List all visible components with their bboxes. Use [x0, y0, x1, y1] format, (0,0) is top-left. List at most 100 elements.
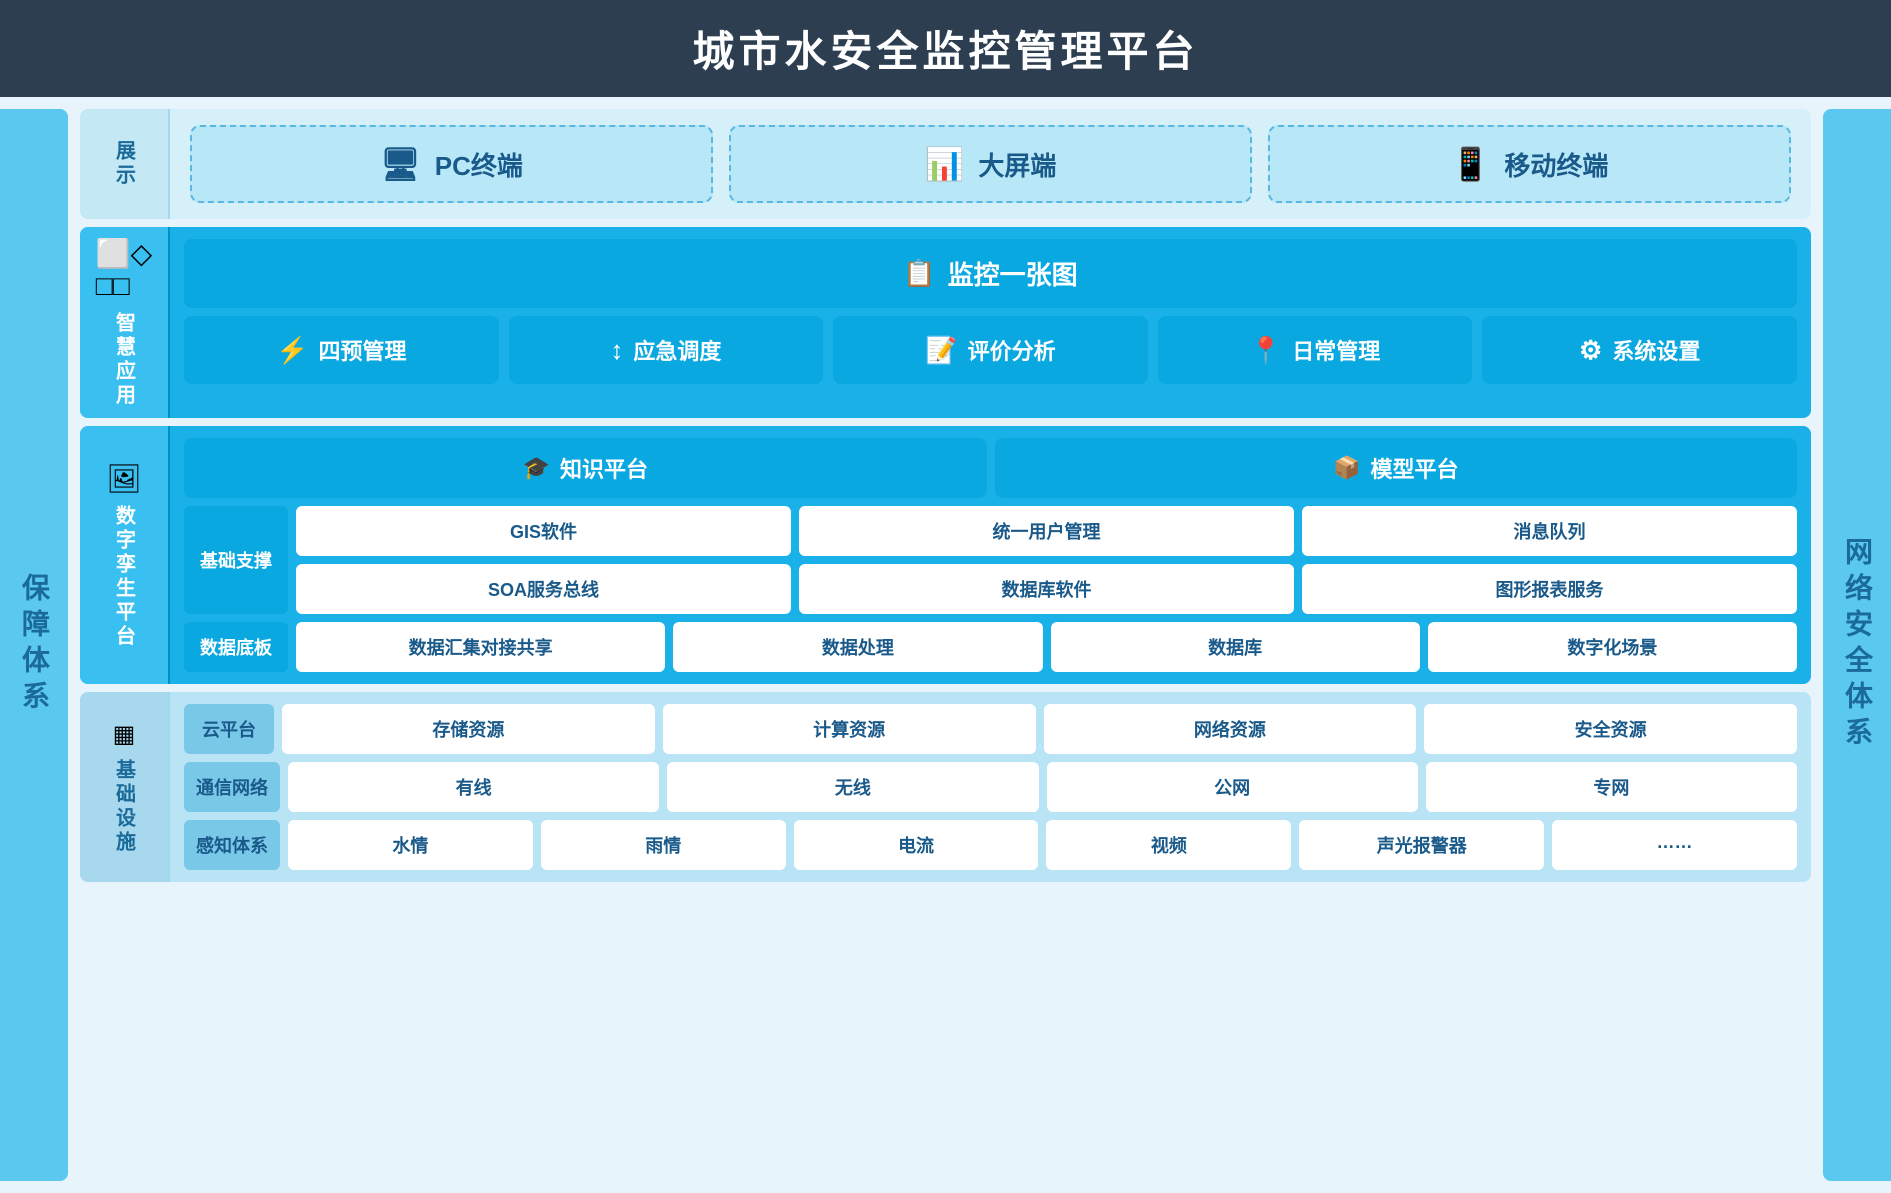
base-icon-wrapper: ▦ 基础设施: [110, 720, 139, 855]
monitor-banner[interactable]: 📋 监控一张图: [184, 239, 1797, 308]
app-evaluation[interactable]: 📝 评价分析: [833, 316, 1148, 384]
system-icon: ⚙: [1579, 335, 1602, 366]
base-label-text: 基础设施: [110, 759, 139, 855]
center-content: 展示 🖥 PC终端 📊 大屏端 📱 移动终端: [72, 109, 1819, 1181]
perception-row: 感知体系 水情 雨情 电流 视频 声光报警器 ……: [184, 820, 1797, 870]
data-process[interactable]: 数据处理: [673, 622, 1042, 672]
large-label: 大屏端: [978, 146, 1056, 183]
chart-report[interactable]: 图形报表服务: [1302, 564, 1797, 614]
base-icon: ▦: [113, 720, 136, 749]
right-sidebar: 网络安全体系: [1823, 109, 1891, 1181]
data-floor-items: 数据汇集对接共享 数据处理 数据库 数字化场景: [296, 622, 1797, 672]
four-pre-label: 四预管理: [318, 334, 406, 366]
display-section: 展示 🖥 PC终端 📊 大屏端 📱 移动终端: [80, 109, 1811, 219]
comm-row: 通信网络 有线 无线 公网 专网: [184, 762, 1797, 812]
digital-section: 🖼 数字孪生平台 🎓 知识平台 📦 模型平台: [80, 426, 1811, 684]
base-content: 云平台 存储资源 计算资源 网络资源 安全资源 通信网络 有线: [170, 692, 1811, 882]
page-header: 城市水安全监控管理平台: [0, 0, 1891, 97]
infra-support-wrapper: 基础支撑 GIS软件 统一用户管理 消息队列 SOA服务总线 数据库软件 图形报…: [184, 506, 1797, 614]
data-floor-label: 数据底板: [184, 622, 288, 672]
large-icon: 📊: [925, 145, 965, 183]
message-queue[interactable]: 消息队列: [1302, 506, 1797, 556]
comm-items: 有线 无线 公网 专网: [288, 762, 1797, 812]
display-label: 展示: [80, 109, 170, 219]
cloud-items: 存储资源 计算资源 网络资源 安全资源: [282, 704, 1797, 754]
emergency-icon: ↕: [610, 335, 623, 366]
gis-software[interactable]: GIS软件: [296, 506, 791, 556]
model-label: 模型平台: [1370, 452, 1458, 484]
system-label: 系统设置: [1612, 334, 1700, 366]
video[interactable]: 视频: [1046, 820, 1291, 870]
mobile-icon: 📱: [1451, 145, 1491, 183]
left-sidebar: 保障体系: [0, 109, 68, 1181]
cloud-label: 云平台: [184, 704, 274, 754]
compute-resource[interactable]: 计算资源: [663, 704, 1036, 754]
perception-label: 感知体系: [184, 820, 280, 870]
alarm[interactable]: 声光报警器: [1299, 820, 1544, 870]
smart-label-text: 智慧应用: [110, 312, 139, 408]
apps-row: ⚡ 四预管理 ↕ 应急调度 📝 评价分析 📍: [184, 316, 1797, 384]
digital-content: 🎓 知识平台 📦 模型平台 基础支撑 GIS软件 统一用户管理 消息队列: [170, 426, 1811, 684]
wireless[interactable]: 无线: [667, 762, 1038, 812]
main-body: 保障体系 展示 🖥 PC终端 📊 大屏端: [0, 97, 1891, 1193]
terminal-large[interactable]: 📊 大屏端: [729, 125, 1252, 203]
daily-icon: 📍: [1250, 335, 1282, 366]
smart-section: ⬜◇□□ 智慧应用 📋 监控一张图 ⚡ 四预管理: [80, 227, 1811, 418]
mobile-label: 移动终端: [1504, 146, 1608, 183]
four-pre-icon: ⚡: [276, 335, 308, 366]
digital-icon: 🖼: [106, 462, 142, 495]
model-icon: 📦: [1333, 455, 1360, 481]
storage-resource[interactable]: 存储资源: [282, 704, 655, 754]
knowledge-platform[interactable]: 🎓 知识平台: [184, 438, 987, 498]
smart-content: 📋 监控一张图 ⚡ 四预管理 ↕ 应急调度 📝: [170, 227, 1811, 418]
water-condition[interactable]: 水情: [288, 820, 533, 870]
wired[interactable]: 有线: [288, 762, 659, 812]
security-resource[interactable]: 安全资源: [1424, 704, 1797, 754]
digital-label-text: 数字孪生平台: [109, 505, 138, 649]
pc-icon: 🖥: [380, 145, 421, 183]
rain-condition[interactable]: 雨情: [541, 820, 786, 870]
infra-items-row2: SOA服务总线 数据库软件 图形报表服务: [296, 564, 1797, 614]
perception-items: 水情 雨情 电流 视频 声光报警器 ……: [288, 820, 1797, 870]
smart-icon-wrapper: ⬜◇□□ 智慧应用: [96, 237, 152, 408]
digital-scene[interactable]: 数字化场景: [1428, 622, 1797, 672]
smart-icon: ⬜◇□□: [96, 237, 152, 302]
infra-items-row1: GIS软件 统一用户管理 消息队列: [296, 506, 1797, 556]
terminal-pc[interactable]: 🖥 PC终端: [190, 125, 713, 203]
app-daily[interactable]: 📍 日常管理: [1158, 316, 1473, 384]
right-sidebar-text: 网络安全体系: [1837, 537, 1877, 753]
app-system[interactable]: ⚙ 系统设置: [1482, 316, 1797, 384]
public-net[interactable]: 公网: [1047, 762, 1418, 812]
digital-icon-wrapper: 🖼 数字孪生平台: [106, 462, 142, 649]
more: ……: [1552, 820, 1797, 870]
app-emergency[interactable]: ↕ 应急调度: [509, 316, 824, 384]
platform-row: 🎓 知识平台 📦 模型平台: [184, 438, 1797, 498]
evaluation-icon: 📝: [925, 335, 957, 366]
display-label-text: 展示: [110, 140, 139, 188]
cloud-row: 云平台 存储资源 计算资源 网络资源 安全资源: [184, 704, 1797, 754]
smart-label: ⬜◇□□ 智慧应用: [80, 227, 170, 418]
electric-current[interactable]: 电流: [794, 820, 1039, 870]
comm-label: 通信网络: [184, 762, 280, 812]
monitor-icon: 📋: [903, 258, 935, 289]
terminals-container: 🖥 PC终端 📊 大屏端 📱 移动终端: [170, 109, 1811, 219]
model-platform[interactable]: 📦 模型平台: [995, 438, 1798, 498]
soa-bus[interactable]: SOA服务总线: [296, 564, 791, 614]
app-four-pre[interactable]: ⚡ 四预管理: [184, 316, 499, 384]
database[interactable]: 数据库: [1051, 622, 1420, 672]
emergency-label: 应急调度: [633, 334, 721, 366]
evaluation-label: 评价分析: [968, 334, 1056, 366]
monitor-label: 监控一张图: [948, 255, 1078, 292]
user-management[interactable]: 统一用户管理: [799, 506, 1294, 556]
network-resource[interactable]: 网络资源: [1044, 704, 1417, 754]
knowledge-icon: 🎓: [523, 455, 550, 481]
knowledge-label: 知识平台: [560, 452, 648, 484]
page-title: 城市水安全监控管理平台: [692, 28, 1198, 75]
data-collect[interactable]: 数据汇集对接共享: [296, 622, 665, 672]
database-software[interactable]: 数据库软件: [799, 564, 1294, 614]
data-floor-row: 数据底板 数据汇集对接共享 数据处理 数据库 数字化场景: [184, 622, 1797, 672]
page-wrapper: 城市水安全监控管理平台 保障体系 展示 🖥 PC终端 📊: [0, 0, 1891, 1193]
infra-support-merged-label: 基础支撑: [184, 506, 288, 614]
private-net[interactable]: 专网: [1426, 762, 1797, 812]
terminal-mobile[interactable]: 📱 移动终端: [1268, 125, 1791, 203]
